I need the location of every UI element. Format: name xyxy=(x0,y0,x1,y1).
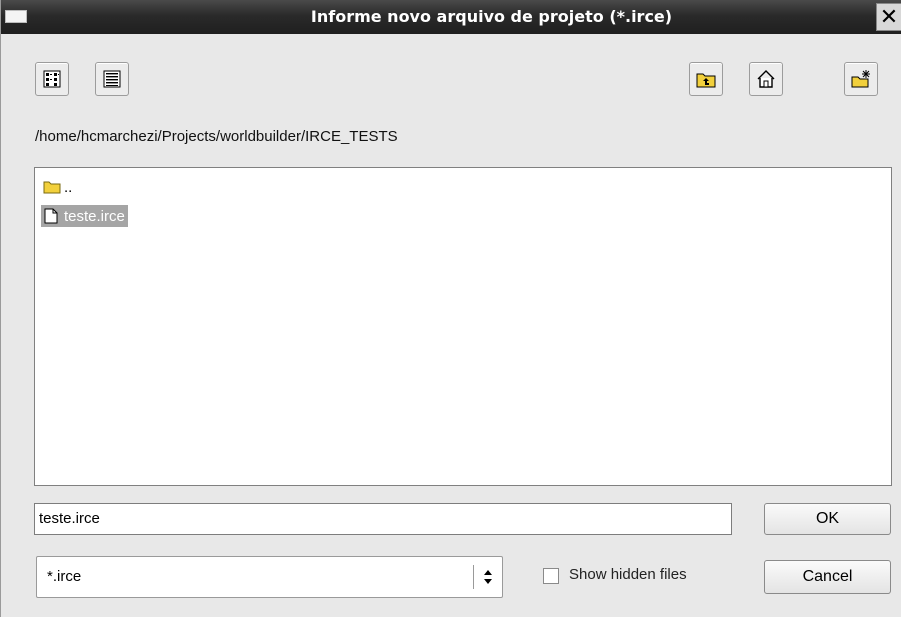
title-bar[interactable]: Informe novo arquivo de projeto (*.irce)… xyxy=(1,0,901,34)
close-icon[interactable]: ✕ xyxy=(876,3,901,31)
file-dialog: Informe novo arquivo de projeto (*.irce)… xyxy=(0,0,901,617)
file-icon xyxy=(43,208,61,224)
current-path: /home/hcmarchezi/Projects/worldbuilder/I… xyxy=(35,128,398,145)
show-hidden-checkbox[interactable] xyxy=(543,568,559,584)
icon-view-button[interactable] xyxy=(35,62,69,96)
show-hidden-label[interactable]: Show hidden files xyxy=(569,566,687,583)
up-down-arrows-icon xyxy=(484,570,492,584)
file-list[interactable]: .. teste.irce xyxy=(34,167,892,486)
new-folder-icon xyxy=(851,70,870,88)
list-item-selected-file[interactable]: teste.irce xyxy=(41,205,128,227)
list-item-parent[interactable]: .. xyxy=(41,176,75,198)
new-folder-button[interactable] xyxy=(844,62,878,96)
window-title: Informe novo arquivo de projeto (*.irce) xyxy=(310,7,673,26)
list-item-label: teste.irce xyxy=(64,207,125,225)
ok-button[interactable]: OK xyxy=(764,503,891,535)
file-type-filter-select[interactable]: *.irce xyxy=(36,556,503,598)
detail-view-button[interactable] xyxy=(95,62,129,96)
filter-value: *.irce xyxy=(47,568,82,585)
filename-input[interactable]: teste.irce xyxy=(34,503,732,535)
detail-view-icon xyxy=(103,70,121,88)
select-divider xyxy=(473,565,474,589)
folder-up-icon xyxy=(696,73,716,88)
list-item-label: .. xyxy=(64,178,73,196)
folder-icon xyxy=(43,179,61,195)
home-icon xyxy=(757,70,775,88)
cancel-button[interactable]: Cancel xyxy=(764,560,891,594)
icon-view-icon xyxy=(43,70,61,88)
parent-folder-button[interactable] xyxy=(689,62,723,96)
home-button[interactable] xyxy=(749,62,783,96)
